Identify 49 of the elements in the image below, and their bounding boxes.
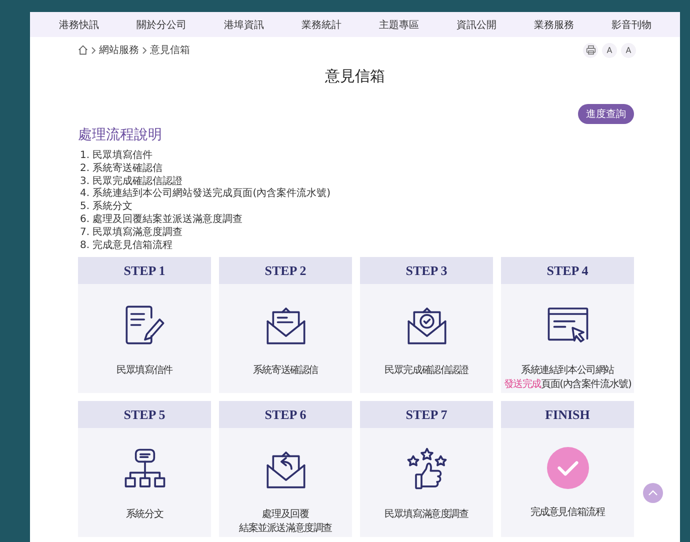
- font-larger-button[interactable]: A: [621, 42, 636, 58]
- chevron-icon: [91, 46, 96, 54]
- process-step: 1. 民眾填寫信件: [80, 150, 680, 163]
- process-step: 3. 民眾完成確認信認證: [80, 176, 680, 188]
- nav-item[interactable]: 港埠資訊: [224, 18, 264, 32]
- process-step: 4. 系統連結到本公司網站發送完成頁面(內含案件流水號): [80, 188, 680, 202]
- highlighted-text: 發送完成: [504, 379, 542, 390]
- step-description: 系統分文: [126, 509, 164, 520]
- progress-button[interactable]: 進度查詢: [578, 104, 634, 124]
- check-circle-icon: [546, 447, 588, 490]
- step-description: 民眾填寫滿意度調查: [384, 509, 468, 520]
- process-step: 2. 系統寄送確認信: [80, 162, 680, 176]
- nav-item[interactable]: 業務服務: [534, 18, 574, 32]
- step-title: STEP 2: [219, 257, 352, 284]
- process-step: 8. 完成意見信箱流程: [80, 240, 680, 252]
- process-step: 5. 系統分文: [80, 201, 680, 214]
- breadcrumb-link[interactable]: 意見信箱: [150, 43, 190, 57]
- step-description: 完成意見信箱流程: [530, 507, 605, 518]
- home-icon[interactable]: [78, 45, 88, 55]
- step-description: 結案並派送滿意度調查: [238, 523, 332, 534]
- stars-thumbs-up-icon: [404, 447, 448, 492]
- step-description: 系統寄送確認信: [252, 365, 318, 376]
- step-title: STEP 5: [78, 401, 211, 428]
- print-button[interactable]: [583, 42, 598, 58]
- nav-item[interactable]: 關於分公司: [136, 18, 186, 32]
- process-step: 6. 處理及回覆結案並派送滿意度調查: [80, 214, 680, 227]
- step-title: STEP 4: [501, 257, 634, 284]
- step-description: 頁面(內含案件流水號): [541, 379, 632, 390]
- step-description: 處理及回覆: [262, 509, 309, 520]
- nav-item[interactable]: 資訊公開: [456, 18, 496, 32]
- step-title: FINISH: [501, 401, 634, 428]
- nav-item[interactable]: 主題專區: [378, 18, 419, 32]
- page-title: 意見信箱: [324, 67, 386, 86]
- step-description: 系統連結到本公司網站: [520, 365, 614, 376]
- step-title: STEP 6: [219, 401, 352, 428]
- nav-item[interactable]: 港務快訊: [58, 18, 99, 32]
- nav-item[interactable]: 業務統計: [301, 18, 342, 32]
- step-description: 民眾填寫信件: [116, 365, 172, 376]
- step-description: 民眾完成確認信認證: [384, 365, 468, 376]
- step-title: STEP 1: [78, 257, 211, 284]
- breadcrumb-link[interactable]: 網站服務: [99, 43, 139, 57]
- section-title: 處理流程說明: [78, 126, 163, 144]
- step-title: STEP 3: [360, 257, 493, 284]
- nav-item[interactable]: 影音刊物: [611, 18, 652, 32]
- chevron-icon: [142, 46, 147, 54]
- step-title: STEP 7: [360, 401, 493, 428]
- font-smaller-button[interactable]: A: [602, 42, 617, 58]
- chevron-up-icon: [648, 490, 658, 496]
- process-step: 7. 民眾填寫滿意度調查: [80, 226, 680, 240]
